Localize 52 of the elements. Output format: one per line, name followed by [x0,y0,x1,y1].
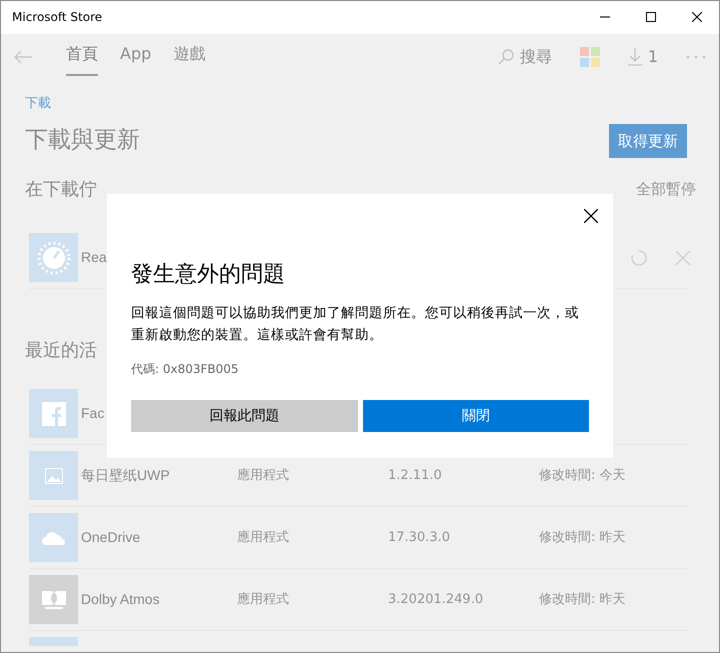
cancel-icon [676,250,690,264]
page-heading: 下載與更新 [25,126,140,155]
app-type: 應用程式 [237,528,290,547]
app-modified: 修改時間: 昨天 [539,590,627,609]
error-code: 代碼: 0x803FB005 [131,361,240,378]
app-version: 3.20201.249.0 [388,590,484,609]
retry-icon [630,248,648,266]
close-dialog-button[interactable]: 關閉 [362,400,589,432]
gauge-icon [36,240,70,274]
breadcrumb-link[interactable]: 下載 [25,96,51,111]
cloud-icon [42,530,66,544]
search-button[interactable]: 搜尋 [498,45,552,69]
picture-icon [44,468,62,484]
app-modified: 修改時間: 昨天 [539,528,627,547]
app-name: 每日壁纸UWP [81,467,170,483]
more-icon [686,55,706,59]
windows-logo-icon [580,47,600,67]
nav-tab[interactable]: 遊戲 [173,38,206,76]
download-icon [628,48,642,66]
app-type: 應用程式 [237,466,290,485]
dialog-message: 回報這個問題可以協助我們更加了解問題所在。您可以稍後再試一次，或重新啟動您的裝置。這樣或許會有幫助。 [131,304,580,346]
downloads-button[interactable]: 1 [628,45,658,69]
more-button[interactable] [686,55,706,59]
dialog-close-button[interactable] [581,206,601,226]
section-heading: 在下載佇 [25,178,97,202]
app-type: 應用程式 [237,590,290,609]
back-button[interactable] [14,50,32,64]
section-heading: 最近的活 [25,340,97,361]
dialog-title: 發生意外的問題 [131,262,286,288]
window-title: Microsoft Store [11,9,104,26]
maximize-icon [646,12,656,22]
nav-tab[interactable]: 首頁 [66,38,98,76]
report-problem-button[interactable]: 回報此問題 [131,400,358,432]
app-name: Rea [81,249,107,265]
pause-all-button[interactable]: 全部暫停 [636,178,696,201]
search-icon [498,49,514,65]
cancel-button[interactable] [676,250,690,264]
app-name: OneDrive [81,529,140,545]
app-version: 1.2.11.0 [388,466,443,485]
app-version: 17.30.3.0 [388,528,452,547]
retry-button[interactable] [630,248,648,266]
app-modified: 修改時間: 今天 [539,466,627,485]
close-icon [584,209,598,223]
app-name: Dolby Atmos [81,591,160,607]
facebook-logo-icon [42,402,66,426]
account-button[interactable] [580,47,600,67]
get-updates-button[interactable]: 取得更新 [609,124,687,158]
app-name: Fac [81,405,104,421]
close-icon [692,12,702,22]
dolby-logo-icon [40,590,66,610]
nav-tab[interactable]: App [120,38,152,76]
back-arrow-icon [14,50,32,64]
